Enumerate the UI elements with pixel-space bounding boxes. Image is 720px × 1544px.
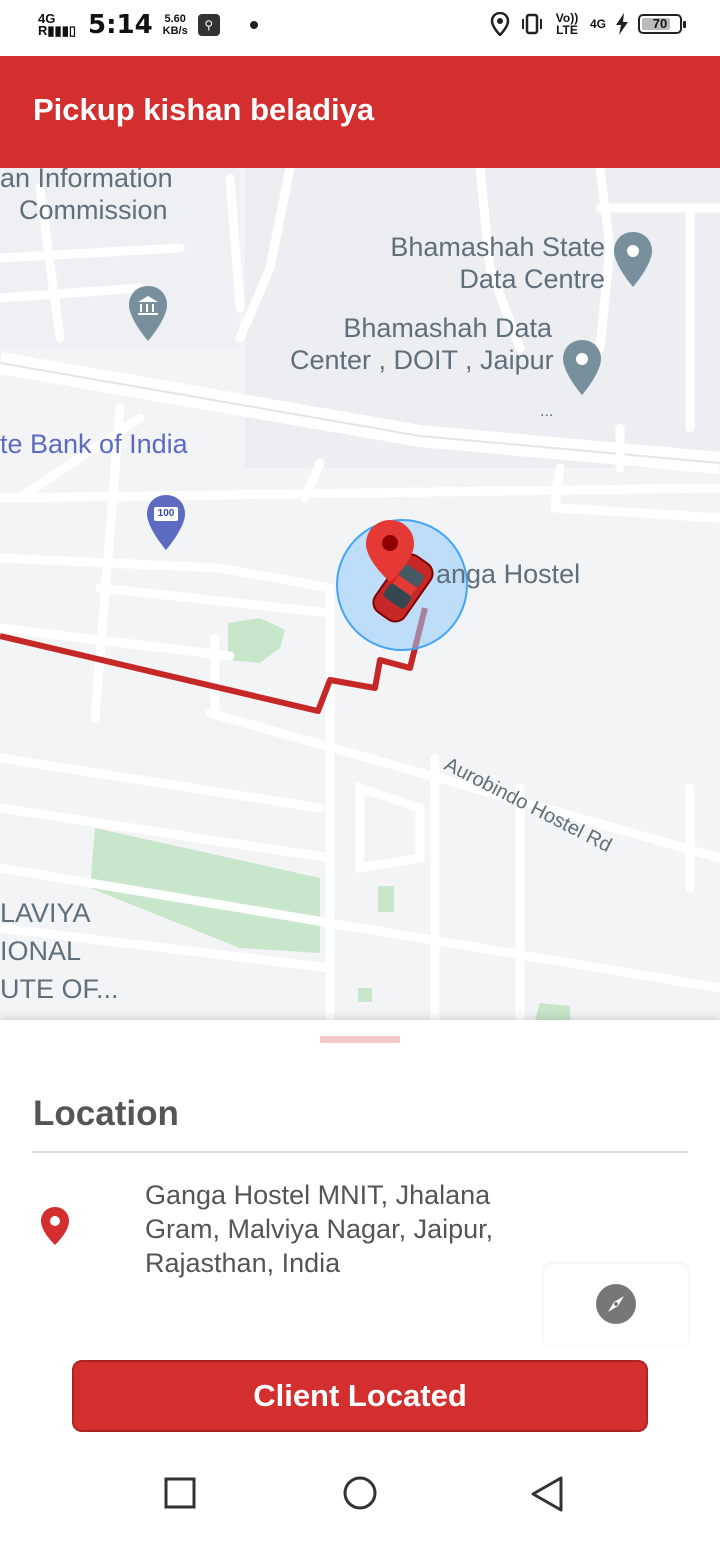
map-pin-bhamashah-data-icon[interactable] (561, 338, 603, 398)
sheet-drag-handle[interactable] (320, 1036, 400, 1043)
network-indicator: 4G R▮▮▮▯ (38, 11, 77, 38)
destination-pin-icon (366, 520, 414, 582)
atm-pin-icon[interactable]: 100 (145, 493, 187, 553)
map-label-bhamashah-state: Bhamashah State Data Centre (390, 232, 605, 294)
status-bar: 4G R▮▮▮▯ 5:14 5.60 KB/s ⚲ Vo)) LTE 4G 70 (0, 0, 720, 56)
app-bar: Pickup kishan beladiya (0, 56, 720, 168)
map-label-ellipsis: ... (540, 403, 554, 420)
home-icon[interactable] (341, 1476, 379, 1514)
network-right-indicator: 4G (589, 17, 606, 31)
divider (32, 1151, 688, 1153)
volte-indicator: Vo)) LTE (555, 11, 579, 37)
map-pin-bhamashah-state-icon[interactable] (612, 230, 654, 290)
clock: 5:14 (88, 10, 153, 40)
network-speed: 5.60 KB/s (162, 13, 188, 37)
map-label-commission: an Information Commission (0, 168, 173, 225)
battery-level: 70 (652, 16, 668, 31)
recent-apps-icon[interactable] (163, 1476, 197, 1510)
client-located-button[interactable]: Client Located (72, 1360, 648, 1432)
map-label-bhamashah-data: Bhamashah Data Center , DOIT , Jaipur (290, 313, 554, 375)
sheet-title: Location (33, 1094, 179, 1133)
usb-icon: ⚲ (197, 14, 220, 36)
compass-icon[interactable] (596, 1284, 636, 1324)
vibrate-icon (521, 13, 542, 35)
map-view[interactable]: an Information Commission Bhamashah State… (0, 168, 720, 1020)
pickup-address: Ganga Hostel MNIT, Jhalana Gram, Malviya… (145, 1180, 494, 1278)
notification-dot-icon (249, 21, 258, 29)
map-label-bank: te Bank of India (0, 429, 188, 459)
location-icon (490, 12, 510, 36)
back-icon[interactable] (528, 1476, 566, 1514)
atm-pin-badge: 100 (157, 508, 175, 519)
page-title: Pickup kishan beladiya (33, 92, 375, 127)
location-sheet: Location Ganga Hostel MNIT, Jhalana Gram… (0, 1020, 720, 1440)
map-label-ganga-hostel: anga Hostel (436, 559, 581, 589)
government-building-icon[interactable] (127, 284, 169, 344)
location-pin-icon (41, 1207, 69, 1245)
map-label-malaviya: LAVIYA IONAL UTE OF... (0, 898, 119, 1004)
charging-icon (616, 13, 628, 35)
navigation-card[interactable] (544, 1264, 688, 1344)
system-nav-bar (0, 1440, 720, 1544)
battery-icon: 70 (638, 14, 686, 34)
